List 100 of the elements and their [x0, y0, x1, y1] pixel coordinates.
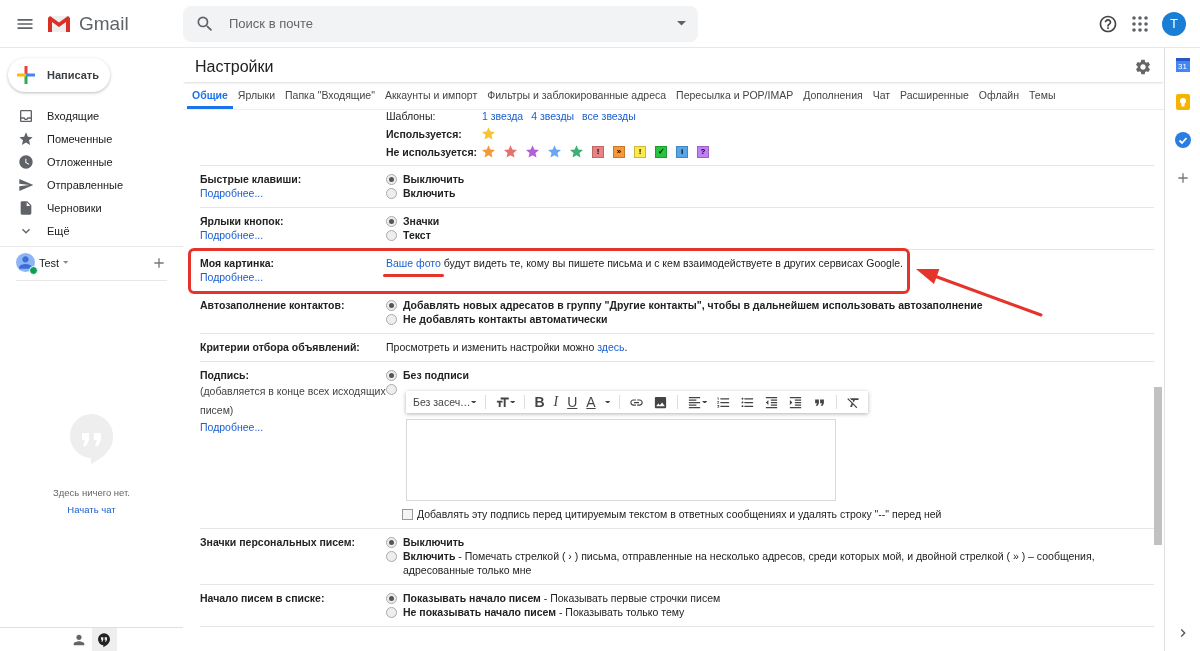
radio-button[interactable]: [386, 188, 397, 199]
bold-button[interactable]: B: [534, 394, 545, 410]
learn-more-link[interactable]: Подробнее...: [200, 421, 264, 433]
account-name[interactable]: Test: [39, 256, 60, 269]
not-in-use-label: Не используется:: [386, 145, 479, 158]
search-field[interactable]: Поиск в почте: [183, 5, 698, 42]
setting-label: Подпись:: [200, 368, 251, 382]
annotation-underline: [383, 274, 444, 277]
calendar-icon[interactable]: 31: [1175, 58, 1190, 72]
option-label: Добавлять новых адресатов в группу "Другие контакты", чтобы в дальнейшем использовать автозаполнение: [403, 298, 983, 312]
sidebar-item[interactable]: Отправленные: [0, 173, 183, 196]
sidebar-item[interactable]: Черновики: [0, 196, 183, 219]
tag-icon[interactable]: !: [592, 145, 604, 158]
radio-button[interactable]: [386, 230, 397, 241]
option-label: Не показывать начало писем - Показывать только тему: [403, 605, 685, 619]
send-icon: [18, 176, 34, 193]
apps-grid-icon: [1132, 15, 1148, 32]
sidebar-item[interactable]: Отложенные: [0, 150, 183, 173]
account-avatar[interactable]: [16, 253, 35, 272]
settings-tab[interactable]: Аккаунты и импорт: [379, 87, 483, 109]
align-icon: [687, 394, 703, 410]
star-preset-link[interactable]: 4 звезды: [531, 110, 575, 122]
caret-icon: [604, 400, 611, 404]
star-icon[interactable]: [482, 145, 495, 158]
account-avatar[interactable]: T: [1162, 11, 1186, 36]
empty-chat-text: Здесь ничего нет.: [53, 487, 130, 498]
settings-icon: [1134, 58, 1152, 76]
search-input[interactable]: Поиск в почте: [227, 15, 665, 32]
star-preset-link[interactable]: 1 звезда: [482, 110, 524, 122]
star-icon[interactable]: [570, 145, 583, 158]
apps-button[interactable]: [1132, 15, 1148, 32]
quote-bubble-icon: [96, 631, 112, 648]
text-color-button[interactable]: A: [586, 394, 596, 410]
radio-button[interactable]: [386, 370, 397, 381]
align-button[interactable]: [687, 394, 708, 410]
document-icon: [18, 199, 34, 216]
sidebar-item[interactable]: Помеченные: [0, 127, 183, 150]
learn-more-link[interactable]: Подробнее...: [200, 229, 264, 241]
outdent-icon: [764, 394, 780, 410]
font-dropdown[interactable]: Без засеч…: [413, 395, 476, 409]
settings-tab[interactable]: Офлайн: [973, 87, 1025, 109]
clock-icon: [18, 153, 34, 170]
star-icon[interactable]: [548, 145, 561, 158]
sidebar-item[interactable]: Входящие: [0, 104, 183, 127]
outdent-button[interactable]: [764, 394, 780, 410]
tag-icon[interactable]: i: [676, 145, 688, 158]
star-icon[interactable]: [504, 145, 517, 158]
setting-label: Значки персональных писем:: [200, 535, 357, 549]
radio-button[interactable]: [386, 593, 397, 604]
settings-tab[interactable]: Чат: [867, 87, 896, 109]
option-label: Без подписи: [403, 368, 469, 382]
option-label: Значки: [403, 214, 440, 228]
help-icon: [1098, 13, 1118, 34]
image-button[interactable]: [653, 394, 669, 410]
option-label: Включить: [403, 186, 456, 200]
check-circle-icon[interactable]: [1174, 132, 1191, 148]
settings-button[interactable]: [1134, 58, 1152, 76]
scrollbar-thumb[interactable]: [1154, 387, 1162, 545]
radio-button[interactable]: [386, 607, 397, 618]
italic-button[interactable]: I: [553, 394, 559, 410]
settings-tab[interactable]: Папка "Входящие": [280, 87, 380, 109]
settings-tab[interactable]: Дополнения: [798, 87, 868, 109]
settings-tab[interactable]: Общие: [187, 87, 233, 109]
radio-button[interactable]: [386, 551, 397, 562]
tag-icon[interactable]: »: [613, 145, 625, 158]
settings-tab[interactable]: Фильтры и заблокированные адреса: [482, 87, 672, 109]
star-preset-link[interactable]: все звезды: [582, 110, 636, 122]
help-button[interactable]: [1098, 13, 1118, 34]
settings-tab[interactable]: Темы: [1024, 87, 1061, 109]
settings-tab[interactable]: Ярлыки: [232, 87, 280, 109]
setting-label: Критерии отбора объявлений:: [200, 340, 361, 354]
compose-button[interactable]: Написать: [8, 58, 110, 92]
caret-icon: [470, 400, 476, 404]
tag-icon[interactable]: ?: [697, 145, 709, 158]
caret-icon: [510, 400, 516, 404]
radio-button[interactable]: [386, 384, 397, 395]
radio-button[interactable]: [386, 314, 397, 325]
tag-icon[interactable]: !: [634, 145, 646, 158]
indent-button[interactable]: [788, 394, 804, 410]
start-chat-link[interactable]: Начать чат: [67, 504, 116, 515]
radio-button[interactable]: [386, 174, 397, 185]
tag-icon[interactable]: ✓: [655, 145, 667, 158]
option-label: Выключить: [403, 172, 465, 186]
sidebar-tab[interactable]: [91, 628, 117, 651]
settings-tab[interactable]: Расширенные: [895, 87, 974, 109]
settings-tab[interactable]: Пересылка и POP/IMAP: [671, 87, 799, 109]
inbox-icon: [18, 107, 34, 124]
photo-link[interactable]: Ваше фото: [386, 257, 441, 269]
checkbox-label: Добавлять эту подпись перед цитируемым текстом в ответных сообщениях и удалять строку "--" перед ней: [417, 507, 942, 521]
radio-button[interactable]: [386, 300, 397, 311]
learn-more-link[interactable]: Подробнее...: [200, 187, 264, 199]
checkbox[interactable]: [402, 508, 413, 520]
presets-label: Шаблоны:: [386, 110, 437, 122]
radio-button[interactable]: [386, 537, 397, 548]
star-icon[interactable]: [526, 145, 539, 158]
sidebar-item[interactable]: Ещё: [0, 219, 183, 242]
star-icon[interactable]: [482, 127, 495, 140]
underline-button[interactable]: U: [567, 394, 578, 410]
learn-more-link[interactable]: Подробнее...: [200, 271, 264, 283]
radio-button[interactable]: [386, 216, 397, 227]
